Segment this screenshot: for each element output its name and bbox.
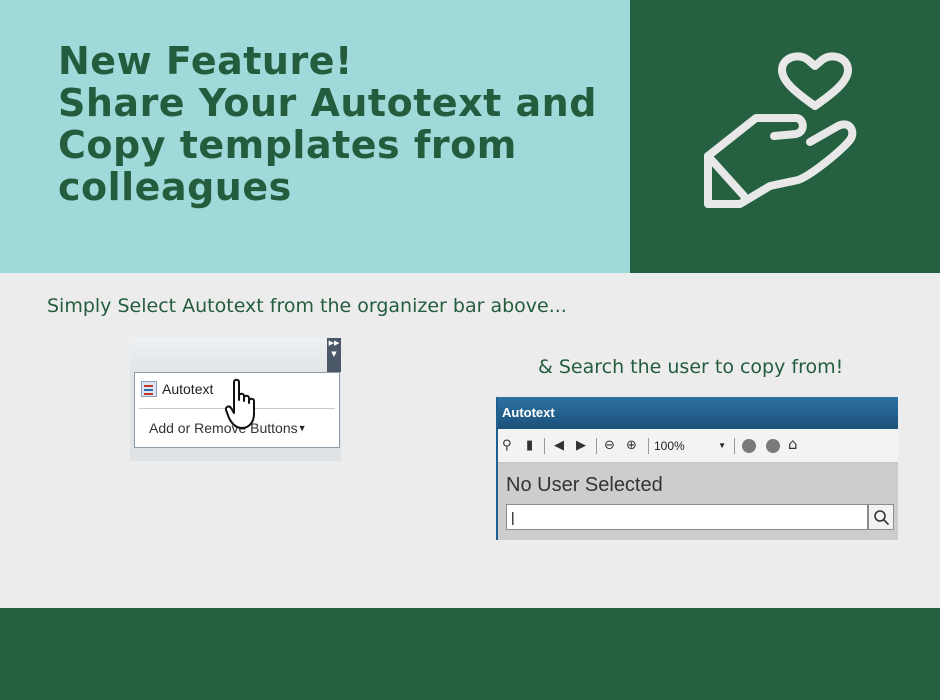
menu-item-label: Add or Remove Buttons — [149, 420, 298, 436]
hero-title: New Feature! Share Your Autotext and Cop… — [58, 40, 618, 208]
hero-title-line: New Feature! — [58, 39, 353, 83]
previous-page-icon[interactable]: ◀ — [554, 439, 564, 453]
next-page-icon[interactable]: ▶ — [576, 439, 586, 453]
chevron-down-icon: ▼ — [718, 441, 726, 450]
menu-item-label: Autotext — [162, 381, 214, 397]
step2-caption: & Search the user to copy from! — [538, 356, 844, 378]
zoom-out-icon[interactable]: ⊖ — [604, 439, 615, 453]
binoculars-icon[interactable]: ⚲ — [502, 439, 512, 453]
hero-title-line: colleagues — [58, 165, 292, 209]
autotext-icon — [141, 381, 157, 397]
autotext-window-screenshot: Autotext ⚲ ▮ ◀ ▶ ⊖ ⊕ 100% ▼ ⌂ No User Se… — [496, 397, 898, 540]
home-icon[interactable]: ⌂ — [788, 437, 798, 452]
organizer-bar — [130, 338, 341, 372]
toolbar-divider — [544, 438, 545, 454]
chevron-down-icon: ▼ — [297, 423, 307, 433]
record-icon[interactable] — [742, 439, 756, 453]
hero-title-line: Copy templates from — [58, 123, 517, 167]
record-icon[interactable] — [766, 439, 780, 453]
search-button[interactable] — [868, 504, 894, 530]
toolbar-divider — [648, 438, 649, 454]
zoom-select[interactable]: 100% ▼ — [654, 437, 728, 455]
selected-user-status: No User Selected — [506, 474, 663, 496]
user-search-input[interactable]: | — [506, 504, 868, 530]
footer-band — [0, 608, 940, 700]
zoom-value: 100% — [654, 439, 685, 453]
toolbar-divider — [734, 438, 735, 454]
hand-cursor-icon — [225, 378, 255, 429]
search-icon — [874, 510, 889, 525]
hero-title-line: Share Your Autotext and — [58, 81, 597, 125]
zoom-in-icon[interactable]: ⊕ — [626, 439, 637, 453]
instructions-section: Simply Select Autotext from the organize… — [0, 273, 940, 608]
organizer-bar-screenshot: ▶▶ ▼ Autotext Add or Remove Buttons▼ — [130, 338, 341, 461]
toolbar-divider — [596, 438, 597, 454]
heart-in-hand-icon — [704, 52, 857, 208]
overflow-chevron-icon[interactable]: ▶▶ ▼ — [327, 338, 341, 372]
menu-item-autotext[interactable]: Autotext — [141, 381, 213, 397]
hero-banner: New Feature! Share Your Autotext and Cop… — [0, 0, 630, 273]
window-toolbar: ⚲ ▮ ◀ ▶ ⊖ ⊕ 100% ▼ ⌂ — [498, 429, 898, 463]
window-title: Autotext — [498, 397, 898, 429]
step1-caption: Simply Select Autotext from the organize… — [47, 295, 567, 317]
document-icon[interactable]: ▮ — [526, 439, 533, 453]
